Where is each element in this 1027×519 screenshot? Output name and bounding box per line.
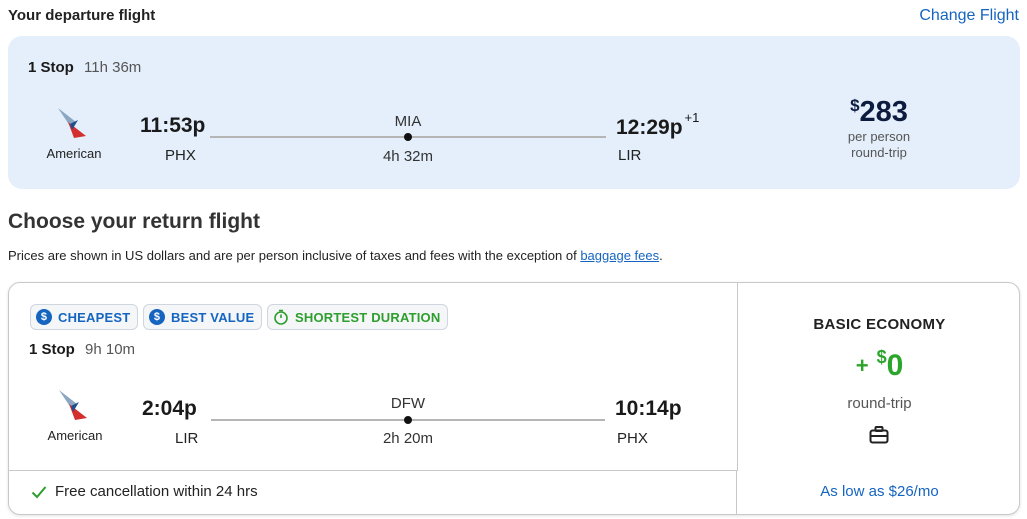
fare-plus-sign: + [855,353,869,378]
departure-price-amount: 283 [859,96,908,128]
american-airlines-logo-icon [58,108,86,138]
return-arrive-time: 10:14p [615,397,682,420]
departure-price-per-person: per person [847,129,911,144]
departure-layover-dot [404,133,412,141]
change-flight-link[interactable]: Change Flight [919,7,1019,25]
stopwatch-icon [274,309,288,325]
return-depart-code: LIR [175,430,199,447]
free-cancellation-note: Free cancellation within 24 hrs [31,483,258,500]
return-depart-time: 2:04p [142,397,197,420]
departure-layover-code: MIA [394,113,422,130]
return-section-title: Choose your return flight [8,210,260,233]
departure-price: $283 per person round-trip [819,96,939,161]
price-disclaimer: Prices are shown in US dollars and are p… [8,248,663,263]
cheapest-badge: $ CHEAPEST [30,304,139,330]
return-layover-dot [404,416,412,424]
departure-price-round-trip: round-trip [851,145,907,160]
return-stops: 1 Stop [29,341,75,358]
return-layover-code: DFW [390,395,426,412]
departure-day-offset: +1 [684,110,700,125]
cheapest-badge-label: CHEAPEST [58,309,131,325]
fare-type-label: BASIC ECONOMY [813,316,946,333]
financing-link[interactable]: As low as $26/mo [738,483,1019,500]
price-disclaimer-text: Prices are shown in US dollars and are p… [8,248,577,263]
best-value-badge: $ BEST VALUE [143,304,263,330]
shortest-duration-badge: SHORTEST DURATION [267,304,449,330]
return-stop-info: 1 Stop 9h 10m [29,341,135,358]
american-airlines-logo-icon [59,390,87,420]
return-layover-duration: 2h 20m [382,430,434,447]
fare-price[interactable]: + $0 [738,347,1019,383]
departure-depart-code: PHX [165,147,196,164]
departure-price-currency: $ [850,96,860,115]
fare-round-trip-label: round-trip [847,395,912,412]
briefcase-icon [869,426,889,444]
dollar-circle-icon: $ [149,309,165,325]
departure-arrive-time: 12:29p +1 [616,110,699,140]
return-airline: American [35,386,115,443]
divider [736,471,737,514]
departure-total-duration: 11h 36m [84,59,142,76]
departure-airline-name: American [46,146,102,161]
departure-airline: American [34,104,114,161]
baggage-fees-link[interactable]: baggage fees [580,248,659,263]
best-value-badge-label: BEST VALUE [171,309,255,325]
shortest-duration-badge-label: SHORTEST DURATION [295,309,441,325]
departure-flight-card: 1 Stop 11h 36m American 11:53p PHX MIA 4… [8,36,1020,189]
return-arrive-code: PHX [617,430,648,447]
departure-arrive-time-value: 12:29p [616,116,683,139]
return-total-duration: 9h 10m [85,341,136,358]
departure-arrive-code: LIR [618,147,642,164]
return-flight-card[interactable]: $ CHEAPEST $ BEST VALUE SHORTEST DURATIO… [8,282,1020,515]
departure-stops: 1 Stop [28,59,74,76]
departure-header: Your departure flight [8,7,156,24]
free-cancellation-text: Free cancellation within 24 hrs [55,483,258,500]
dollar-circle-icon: $ [36,309,52,325]
fare-currency: $ [876,347,887,367]
departure-depart-time: 11:53p [140,114,206,137]
checkmark-icon [31,485,47,498]
departure-stop-info: 1 Stop 11h 36m [28,59,141,76]
fare-amount: 0 [886,349,904,382]
price-disclaimer-end: . [659,248,663,263]
departure-layover-duration: 4h 32m [382,148,434,165]
return-airline-name: American [47,428,103,443]
